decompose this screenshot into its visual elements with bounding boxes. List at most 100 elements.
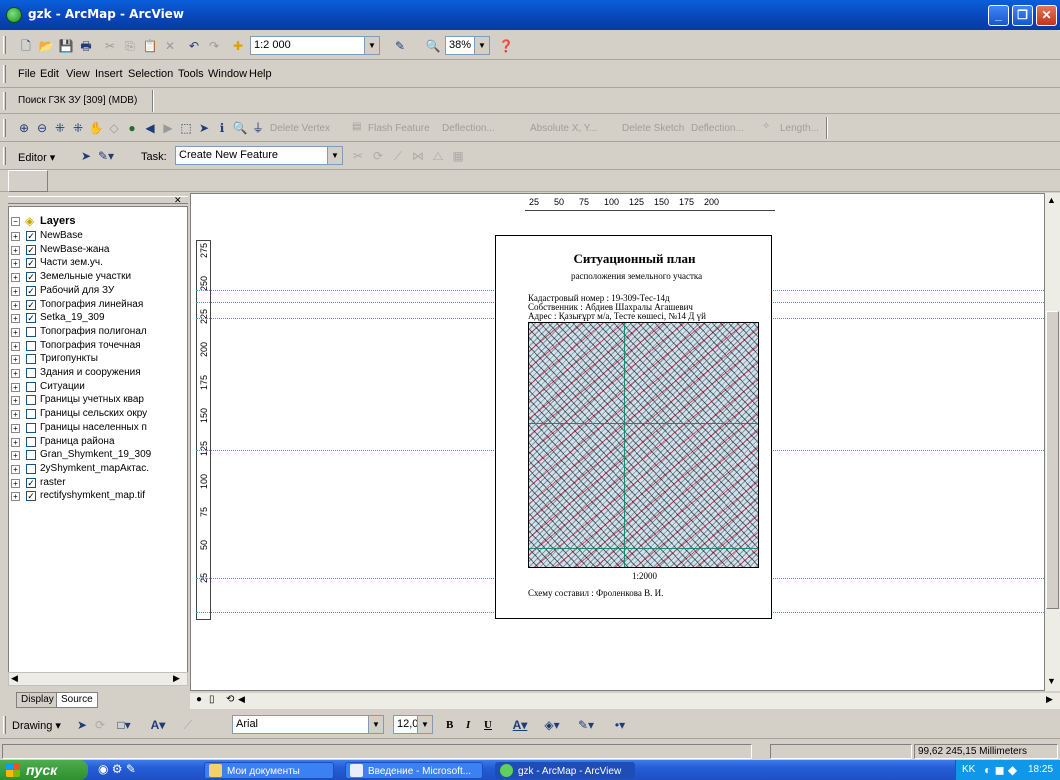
expand-icon[interactable]: +: [11, 437, 20, 447]
delete-sketch-button[interactable]: Delete Sketch: [622, 123, 684, 134]
layout-zoom-combo[interactable]: 38% ▼: [445, 36, 490, 55]
expand-icon[interactable]: +: [11, 396, 20, 406]
menu-window[interactable]: Window: [208, 68, 247, 80]
tray-icons[interactable]: ◐ ◼ ◆: [984, 760, 1017, 780]
tab-source[interactable]: Source: [56, 692, 98, 708]
zoom-out-icon[interactable]: ⊖: [34, 120, 50, 136]
taskbar-item-arcmap[interactable]: gzk - ArcMap - ArcView: [495, 762, 635, 779]
chevron-down-icon[interactable]: ▼: [417, 716, 432, 733]
open-icon[interactable]: 📂: [38, 38, 54, 54]
menu-view[interactable]: View: [66, 68, 90, 80]
fill-color-icon[interactable]: ◈▾: [544, 717, 560, 733]
layer-visibility-checkbox[interactable]: ✓: [26, 244, 36, 255]
layer-visibility-checkbox[interactable]: [26, 381, 36, 392]
fixed-zoom-out-icon[interactable]: ⁜: [70, 120, 86, 136]
delete-vertex-button[interactable]: Delete Vertex: [270, 123, 330, 134]
layer-visibility-checkbox[interactable]: [26, 409, 36, 420]
flash-feature-icon[interactable]: ▤: [352, 121, 361, 132]
text-tool-icon[interactable]: A▾: [150, 717, 166, 733]
expand-icon[interactable]: +: [11, 314, 20, 324]
scroll-thumb[interactable]: [1046, 311, 1059, 609]
layout-view-icon[interactable]: ▯: [209, 694, 215, 705]
layer-visibility-checkbox[interactable]: [26, 354, 36, 365]
scroll-left-icon[interactable]: ◀: [11, 673, 18, 684]
paste-icon[interactable]: 📋: [142, 38, 158, 54]
flash-feature-button[interactable]: Flash Feature: [368, 123, 430, 134]
layer-visibility-checkbox[interactable]: [26, 422, 36, 433]
chevron-down-icon[interactable]: ▼: [327, 147, 342, 164]
layer-visibility-checkbox[interactable]: ✓: [26, 299, 36, 310]
toc-title-bar[interactable]: ✕: [8, 195, 188, 206]
taskbar-item-word[interactable]: Введение - Microsoft...: [345, 762, 483, 779]
editor-menu[interactable]: Editor ▾: [18, 151, 55, 164]
forward-extent-icon[interactable]: ▶: [160, 120, 176, 136]
scroll-right-icon[interactable]: ▶: [173, 673, 180, 684]
deflection-button-2[interactable]: Deflection...: [691, 123, 744, 134]
layout-page[interactable]: Ситуационный план расположения земельног…: [495, 235, 772, 619]
layout-horizontal-scrollbar[interactable]: ● ▯ ⟲ ◀ ▶: [190, 693, 1060, 709]
topology-icon[interactable]: ⋈: [410, 148, 426, 164]
print-icon[interactable]: 🖶: [78, 38, 94, 54]
tab-display[interactable]: Display: [16, 692, 59, 708]
select-elements-icon[interactable]: ➤: [74, 717, 90, 733]
chevron-down-icon[interactable]: ▼: [368, 716, 383, 733]
expand-icon[interactable]: +: [11, 273, 20, 283]
whats-this-help-icon[interactable]: ❓: [498, 38, 514, 54]
length-button[interactable]: Length...: [780, 123, 819, 134]
full-extent-icon[interactable]: ◇: [106, 120, 122, 136]
expand-icon[interactable]: +: [11, 410, 20, 420]
close-toc-icon[interactable]: ✕: [174, 195, 182, 206]
menu-selection[interactable]: Selection: [128, 68, 173, 80]
redo-icon[interactable]: ↷: [206, 38, 222, 54]
copy-icon[interactable]: ⎘: [122, 38, 138, 54]
expand-icon[interactable]: +: [11, 300, 20, 310]
globe-icon[interactable]: ●: [124, 120, 140, 136]
expand-icon[interactable]: +: [11, 286, 20, 296]
rotate-tool-icon[interactable]: ⟳: [370, 148, 386, 164]
taskbar-item-documents[interactable]: Мои документы: [204, 762, 334, 779]
layer-visibility-checkbox[interactable]: ✓: [26, 231, 36, 241]
add-data-icon[interactable]: ✚: [230, 38, 246, 54]
expand-icon[interactable]: +: [11, 478, 20, 488]
edit-vertices-icon[interactable]: ⟋: [390, 148, 406, 164]
expand-icon[interactable]: +: [11, 464, 20, 474]
menu-tools[interactable]: Tools: [178, 68, 204, 80]
layer-visibility-checkbox[interactable]: ✓: [26, 272, 36, 283]
toolbar-grip[interactable]: [3, 36, 6, 54]
refresh-icon[interactable]: ⟲: [226, 694, 234, 705]
italic-button[interactable]: I: [466, 719, 470, 731]
quicklaunch-icons[interactable]: ◉ ⚙ ✎: [98, 762, 136, 776]
new-document-icon[interactable]: 🗋: [18, 38, 34, 54]
select-elements-icon[interactable]: ➤: [196, 120, 212, 136]
pan-icon[interactable]: ✋: [88, 120, 104, 136]
edit-tool-icon[interactable]: ➤: [78, 148, 94, 164]
drawing-menu[interactable]: Drawing ▾: [12, 719, 61, 732]
font-size-combo[interactable]: 12,0 ▼: [393, 715, 433, 734]
layer-visibility-checkbox[interactable]: ✓: [26, 285, 36, 296]
menu-insert[interactable]: Insert: [95, 68, 123, 80]
back-extent-icon[interactable]: ◀: [142, 120, 158, 136]
menu-help[interactable]: Help: [249, 68, 272, 80]
expand-icon[interactable]: +: [11, 245, 20, 255]
layer-visibility-checkbox[interactable]: [26, 368, 36, 378]
layout-zoom-icon[interactable]: 🔍: [425, 38, 441, 54]
identify-icon[interactable]: ℹ: [214, 120, 230, 136]
scroll-right-icon[interactable]: ▶: [1046, 694, 1053, 705]
bold-button[interactable]: B: [446, 719, 453, 731]
layer-visibility-checkbox[interactable]: ✓: [26, 491, 36, 502]
select-features-icon[interactable]: ⬚: [178, 120, 194, 136]
expand-icon[interactable]: +: [11, 341, 20, 351]
layer-visibility-checkbox[interactable]: [26, 436, 36, 447]
sketch-tool-icon[interactable]: ✎▾: [98, 148, 114, 164]
scroll-left-icon[interactable]: ◀: [238, 694, 245, 705]
save-icon[interactable]: 💾: [58, 38, 74, 54]
task-combo[interactable]: Create New Feature ▼: [175, 146, 343, 165]
expand-icon[interactable]: +: [11, 423, 20, 433]
layer-visibility-checkbox[interactable]: ✓: [26, 477, 36, 488]
layer-visibility-checkbox[interactable]: [26, 450, 36, 461]
expand-icon[interactable]: +: [11, 451, 20, 461]
attributes-icon[interactable]: ▦: [450, 148, 466, 164]
expand-icon[interactable]: +: [11, 355, 20, 365]
layer-visibility-checkbox[interactable]: ✓: [26, 258, 36, 269]
expand-icon[interactable]: +: [11, 232, 20, 241]
